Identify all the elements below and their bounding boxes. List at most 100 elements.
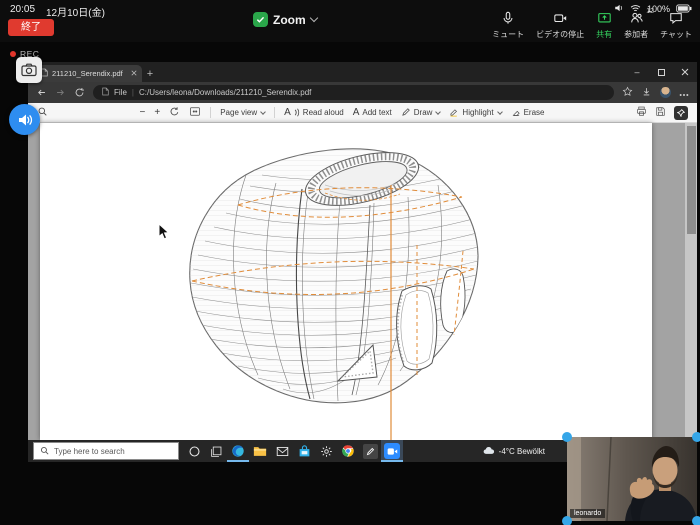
participants-count-badge: 12 xyxy=(646,8,654,15)
pdf-toolbar-center: − + Page view A Read aloud xyxy=(140,106,545,119)
chrome-icon[interactable] xyxy=(337,440,359,462)
taskbar-icons xyxy=(183,440,403,462)
vertical-scrollbar[interactable] xyxy=(685,123,697,440)
window-controls: – xyxy=(625,62,697,82)
page-view-button[interactable]: Page view xyxy=(220,108,265,117)
video-camera-icon xyxy=(553,11,568,27)
minimize-button[interactable]: – xyxy=(625,62,649,82)
print-icon[interactable] xyxy=(636,106,647,119)
highlight-button[interactable]: Highlight xyxy=(449,107,501,119)
address-separator: | xyxy=(132,88,134,97)
participants-label: 参加者 xyxy=(624,29,648,40)
profile-avatar[interactable] xyxy=(660,87,671,98)
add-text-button[interactable]: A Add text xyxy=(353,108,392,118)
search-placeholder: Type here to search xyxy=(54,447,125,456)
menu-dots-icon[interactable] xyxy=(679,84,689,102)
share-screen-button[interactable]: 共有 xyxy=(590,11,618,40)
mute-label: ミュート xyxy=(492,29,524,40)
tab-close-icon[interactable] xyxy=(131,69,137,78)
camera-annotation-icon xyxy=(21,63,37,77)
taskbar-weather-widget[interactable]: -4°C Bewölkt xyxy=(483,446,545,457)
resize-handle[interactable] xyxy=(692,516,700,525)
meeting-info-dropdown[interactable]: Zoom xyxy=(253,12,317,27)
file-icon xyxy=(102,87,109,98)
fit-page-icon[interactable] xyxy=(189,106,201,119)
audio-share-icon xyxy=(17,112,33,128)
save-icon[interactable] xyxy=(655,106,666,119)
new-tab-button[interactable]: + xyxy=(142,68,158,82)
toolbar-separator xyxy=(210,107,211,118)
file-explorer-icon[interactable] xyxy=(249,440,271,462)
scrollbar-thumb[interactable] xyxy=(687,126,696,234)
resize-handle[interactable] xyxy=(562,432,572,442)
zoom-app-icon[interactable] xyxy=(381,440,403,462)
pdf-page[interactable] xyxy=(40,123,652,440)
close-button[interactable] xyxy=(673,62,697,82)
recording-dot xyxy=(10,51,16,57)
ink-workspace-icon[interactable] xyxy=(359,440,381,462)
draw-button[interactable]: Draw xyxy=(401,107,441,119)
zoom-in-button[interactable]: + xyxy=(154,108,160,118)
security-shield-icon xyxy=(253,12,268,27)
house-model-wireframe xyxy=(40,123,652,440)
microphone-icon xyxy=(501,11,515,27)
tab-title: 211210_Serendix.pdf xyxy=(52,69,127,78)
stop-video-label: ビデオの停止 xyxy=(536,29,584,40)
share-label: 共有 xyxy=(596,29,612,40)
address-path: C:/Users/leona/Downloads/211210_Serendix… xyxy=(139,88,311,97)
pdf-toolbar: − + Page view A Read aloud xyxy=(28,103,697,123)
camera-annotation-button[interactable] xyxy=(16,57,42,83)
resize-handle[interactable] xyxy=(692,432,700,442)
audio-share-button[interactable] xyxy=(9,104,40,135)
toolbar-separator xyxy=(274,107,275,118)
chevron-down-icon xyxy=(309,14,317,22)
store-icon[interactable] xyxy=(293,440,315,462)
maximize-button[interactable] xyxy=(649,62,673,82)
favorites-star-icon[interactable] xyxy=(622,84,633,102)
chat-button[interactable]: チャット xyxy=(654,11,698,40)
end-meeting-button[interactable]: 終了 xyxy=(8,19,54,36)
draw-icon xyxy=(401,107,411,119)
share-screen-icon xyxy=(597,11,612,27)
zoom-top-bar: 20:05 12月10日(金) 終了 Zoom 100% xyxy=(0,0,700,42)
zoom-out-button[interactable]: − xyxy=(140,108,146,118)
address-field[interactable]: File | C:/Users/leona/Downloads/211210_S… xyxy=(93,85,614,100)
rotate-icon[interactable] xyxy=(169,106,180,119)
mute-button[interactable]: ミュート xyxy=(486,11,530,40)
meeting-controls: ミュート ビデオの停止 共有 12 参加者 xyxy=(486,11,698,40)
erase-icon xyxy=(511,107,521,119)
shared-screen: 211210_Serendix.pdf + – xyxy=(28,62,697,462)
taskbar-search-box[interactable]: Type here to search xyxy=(33,442,179,460)
maximize-icon xyxy=(658,69,665,76)
edge-icon[interactable] xyxy=(227,440,249,462)
page-view-label: Page view xyxy=(220,108,257,117)
pin-toolbar-button[interactable] xyxy=(674,106,688,120)
clock-time: 20:05 xyxy=(10,4,35,15)
mouse-cursor xyxy=(158,223,170,246)
weather-label: -4°C Bewölkt xyxy=(499,447,545,456)
resize-handle[interactable] xyxy=(562,516,572,525)
search-icon xyxy=(40,446,49,457)
participants-button[interactable]: 12 参加者 xyxy=(618,11,654,40)
browser-tab[interactable]: 211210_Serendix.pdf xyxy=(36,65,142,82)
task-view-icon[interactable] xyxy=(205,440,227,462)
back-button[interactable] xyxy=(36,87,47,98)
chevron-down-icon xyxy=(497,109,503,115)
cortana-icon[interactable] xyxy=(183,440,205,462)
participant-name-badge: leonardo xyxy=(570,509,605,518)
stop-video-button[interactable]: ビデオの停止 xyxy=(530,11,590,40)
read-aloud-button[interactable]: A Read aloud xyxy=(284,108,344,118)
forward-button[interactable] xyxy=(55,87,66,98)
highlight-icon xyxy=(449,107,459,119)
app-name: Zoom xyxy=(273,13,306,27)
mail-icon[interactable] xyxy=(271,440,293,462)
chat-label: チャット xyxy=(660,29,692,40)
settings-icon[interactable] xyxy=(315,440,337,462)
downloads-icon[interactable] xyxy=(641,84,652,102)
browser-address-bar: File | C:/Users/leona/Downloads/211210_S… xyxy=(28,82,697,103)
refresh-button[interactable] xyxy=(74,87,85,98)
highlight-label: Highlight xyxy=(462,108,493,117)
weather-cloud-icon xyxy=(483,446,495,457)
erase-button[interactable]: Erase xyxy=(511,107,545,119)
self-view-video[interactable]: leonardo xyxy=(567,437,697,521)
